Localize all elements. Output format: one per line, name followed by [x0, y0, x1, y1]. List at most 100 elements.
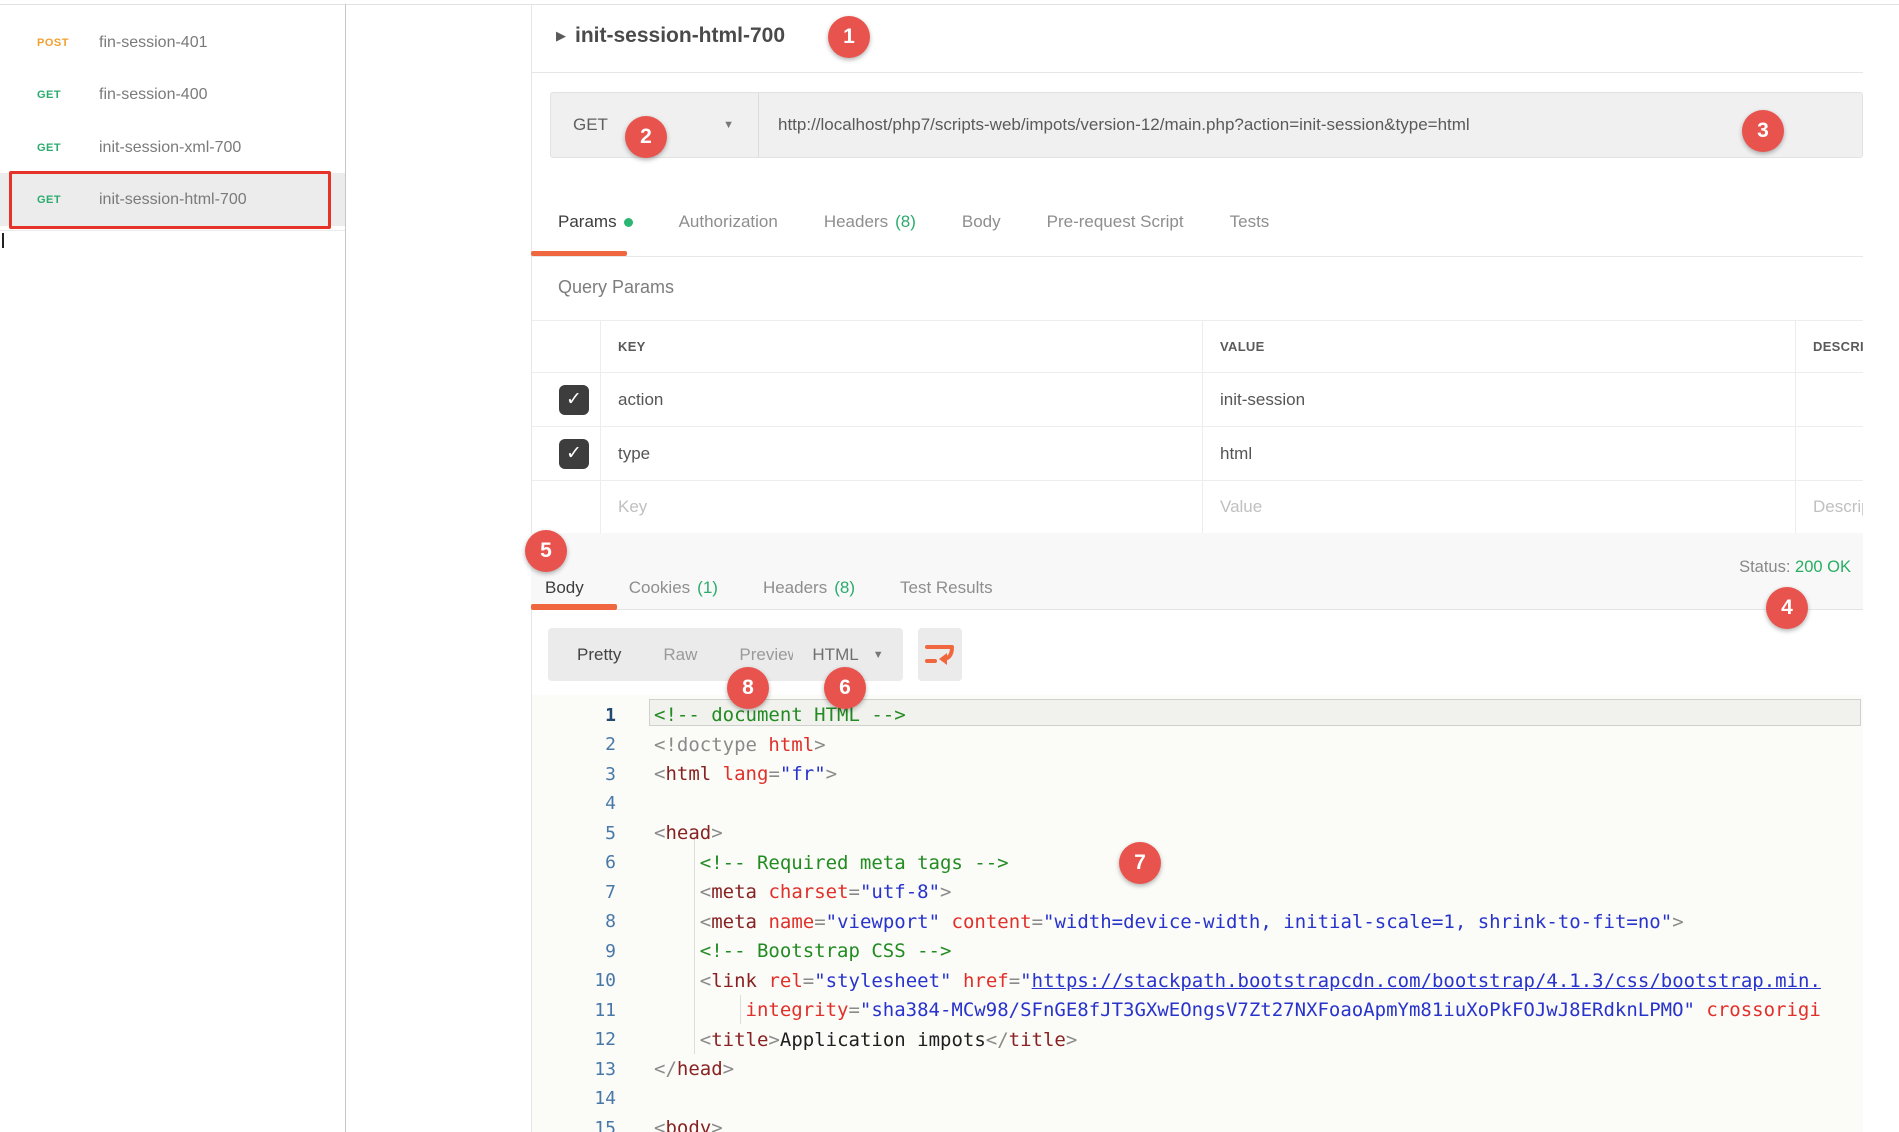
description-cell[interactable] — [1795, 373, 1863, 426]
code-token — [654, 1029, 700, 1051]
code-token: href — [963, 970, 1009, 992]
description-cell[interactable] — [1795, 427, 1863, 480]
url-bar: GET ▼ http://localhost/php7/scripts-web/… — [550, 92, 1863, 158]
tab-pre-request-script[interactable]: Pre-request Script — [1047, 212, 1184, 232]
code-token — [952, 970, 963, 992]
code-token — [757, 970, 768, 992]
code-line-6: 6 <!-- Required meta tags --> — [532, 848, 1863, 878]
request-title: init-session-html-700 — [575, 24, 785, 48]
line-number: 3 — [532, 764, 616, 785]
sidebar-item-label: fin-session-401 — [99, 34, 208, 52]
table-placeholder-row[interactable]: Key Value Description — [531, 481, 1863, 534]
key-cell[interactable]: action — [600, 373, 1202, 426]
code-token: <!-- Required meta tags --> — [700, 852, 1009, 874]
code-line-12: 12 <title>Application impots</title> — [532, 1025, 1863, 1055]
code-line-13: 13</head> — [532, 1054, 1863, 1084]
code-token: > — [1066, 1029, 1077, 1051]
code-token: > — [723, 1058, 734, 1080]
code-token: = — [1009, 970, 1020, 992]
code-token: = — [814, 911, 825, 933]
key-placeholder[interactable]: Key — [600, 481, 1202, 533]
value-cell[interactable]: html — [1202, 427, 1795, 480]
code-token: < — [700, 911, 711, 933]
checked-checkbox[interactable]: ✓ — [559, 385, 589, 415]
collapse-triangle-icon[interactable]: ▶ — [556, 28, 566, 44]
code-token: "sha384-MCw98/SFnGE8fJT3GXwEOngsV7Zt27NX… — [860, 999, 1695, 1021]
code-line-4: 4 — [532, 789, 1863, 819]
tab-count: (8) — [834, 578, 855, 598]
tab-body[interactable]: Body — [962, 212, 1001, 232]
sidebar-item-label: fin-session-400 — [99, 86, 208, 104]
code-text: <meta name="viewport" content="width=dev… — [654, 911, 1684, 933]
request-tabs: Params Authorization Headers(8) Body Pre-req… — [558, 212, 1269, 232]
tab-label: Authorization — [679, 212, 778, 232]
code-token: " — [1020, 970, 1031, 992]
code-token: > — [826, 763, 837, 785]
url-input[interactable]: http://localhost/php7/scripts-web/impots… — [778, 115, 1470, 135]
code-token — [654, 999, 746, 1021]
code-token: html — [768, 734, 814, 756]
code-text: <meta charset="utf-8"> — [654, 881, 952, 903]
response-body-code[interactable]: 1<!-- document HTML -->2<!doctype html>3… — [532, 695, 1863, 1132]
code-token: head — [665, 822, 711, 844]
value-placeholder[interactable]: Value — [1202, 481, 1795, 533]
code-token: meta — [711, 911, 757, 933]
request-title-row: ▶ init-session-html-700 — [556, 24, 785, 48]
raw-button[interactable]: Raw — [642, 645, 718, 665]
tab-count: (8) — [895, 212, 916, 232]
tab-params[interactable]: Params — [558, 212, 633, 232]
method-badge: GET — [37, 142, 99, 154]
key-cell[interactable]: type — [600, 427, 1202, 480]
line-number: 4 — [532, 793, 616, 814]
tab-authorization[interactable]: Authorization — [679, 212, 778, 232]
code-token: = — [849, 881, 860, 903]
response-tab-headers[interactable]: Headers(8) — [763, 578, 855, 598]
code-token: = — [1032, 911, 1043, 933]
wrap-text-button[interactable] — [918, 628, 962, 681]
code-token — [654, 911, 700, 933]
code-token: <!-- document HTML --> — [654, 704, 906, 726]
code-text: <!-- Required meta tags --> — [654, 852, 1009, 874]
sidebar-item-fin-session-400[interactable]: GETfin-session-400 — [0, 68, 345, 121]
chevron-down-icon[interactable]: ▼ — [723, 119, 734, 131]
tab-label: Test Results — [900, 578, 993, 598]
tab-label: Body — [545, 578, 584, 598]
code-line-14: 14 — [532, 1084, 1863, 1114]
sidebar-item-label: init-session-xml-700 — [99, 139, 241, 157]
line-number: 10 — [532, 970, 616, 991]
response-tab-test-results[interactable]: Test Results — [900, 578, 993, 598]
code-token: < — [654, 1117, 665, 1132]
pretty-button[interactable]: Pretty — [556, 645, 642, 665]
code-line-5: 5<head> — [532, 818, 1863, 848]
description-placeholder[interactable]: Description — [1795, 481, 1863, 533]
code-text: integrity="sha384-MCw98/SFnGE8fJT3GXwEOn… — [654, 999, 1821, 1021]
code-line-8: 8 <meta name="viewport" content="width=d… — [532, 907, 1863, 937]
sidebar-divider[interactable] — [345, 4, 346, 1132]
line-number: 9 — [532, 941, 616, 962]
annotation-badge-3: 3 — [1742, 110, 1784, 152]
line-number: 2 — [532, 734, 616, 755]
code-token — [654, 852, 700, 874]
method-label: GET — [573, 115, 608, 135]
code-text: <html lang="fr"> — [654, 763, 837, 785]
line-number: 13 — [532, 1059, 616, 1080]
line-number: 15 — [532, 1118, 616, 1132]
code-token: > — [814, 734, 825, 756]
code-line-1: 1<!-- document HTML --> — [532, 700, 1863, 730]
tab-tests[interactable]: Tests — [1230, 212, 1270, 232]
language-label: HTML — [812, 645, 858, 665]
code-token: integrity — [746, 999, 849, 1021]
sidebar-item-fin-session-401[interactable]: POSTfin-session-401 — [0, 16, 345, 69]
line-number: 7 — [532, 882, 616, 903]
tab-headers[interactable]: Headers(8) — [824, 212, 916, 232]
code-text: <!-- document HTML --> — [654, 704, 906, 726]
selection-highlight-box — [9, 171, 331, 229]
response-tab-body[interactable]: Body — [545, 578, 584, 598]
value-cell[interactable]: init-session — [1202, 373, 1795, 426]
response-tab-cookies[interactable]: Cookies(1) — [629, 578, 718, 598]
checked-checkbox[interactable]: ✓ — [559, 439, 589, 469]
code-token: > — [768, 1029, 779, 1051]
sidebar-item-init-session-xml-700[interactable]: GETinit-session-xml-700 — [0, 121, 345, 174]
tab-label: Tests — [1230, 212, 1270, 232]
param-key: action — [618, 390, 663, 410]
